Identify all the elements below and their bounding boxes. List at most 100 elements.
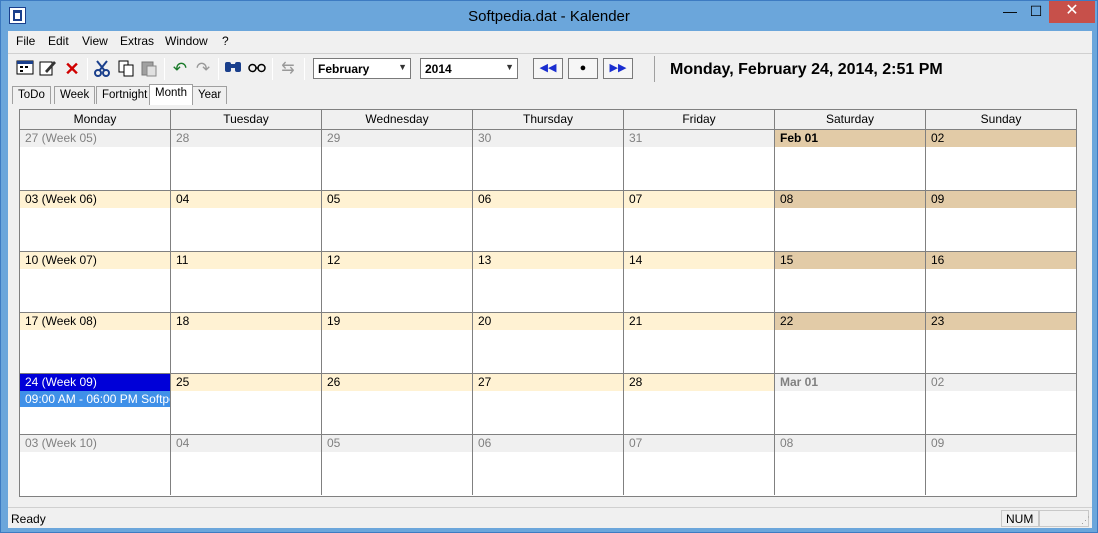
tab-month[interactable]: Month [149,84,193,105]
weekday-header-tuesday: Tuesday [171,110,322,130]
day-label: 25 [171,374,321,391]
day-label: 05 [322,435,472,452]
undo-icon[interactable]: ↶ [170,59,190,79]
day-cell[interactable]: 11 [171,252,322,312]
close-button[interactable]: ✕ [1049,1,1095,23]
day-label: 03 (Week 06) [20,191,170,208]
day-cell[interactable]: 27 (Week 05) [20,130,171,190]
day-cell[interactable]: Mar 01 [775,374,926,434]
day-cell[interactable]: 03 (Week 06) [20,191,171,251]
day-cell[interactable]: 07 [624,435,775,495]
tab-fortnight[interactable]: Fortnight [96,86,154,104]
tab-week[interactable]: Week [54,86,96,104]
today-button[interactable]: ● [568,58,598,79]
day-cell[interactable]: 20 [473,313,624,373]
prev-month-button[interactable]: ◀◀ [533,58,563,79]
menu-view[interactable]: View [82,34,108,48]
day-label: 08 [775,435,925,452]
menu-extras[interactable]: Extras [120,34,154,48]
toolbar-separator [304,58,305,80]
calendar-event[interactable]: 09:00 AM - 06:00 PM Softpedia [20,391,170,407]
day-cell[interactable]: 16 [926,252,1076,312]
year-select[interactable]: 2014 ▼ [420,58,518,79]
day-cell[interactable]: 25 [171,374,322,434]
num-lock-indicator: NUM [1001,510,1039,527]
day-cell[interactable]: 21 [624,313,775,373]
find-icon[interactable] [223,59,243,79]
day-label: 28 [624,374,774,391]
app-window: Softpedia.dat - Kalender — ☐ ✕ File Edit… [0,0,1098,533]
resize-grip-icon[interactable]: ⋰ [1081,515,1090,526]
day-cell[interactable]: 02 [926,130,1076,190]
day-cell[interactable]: 23 [926,313,1076,373]
toolbar-separator [87,58,88,80]
day-label: 30 [473,130,623,147]
day-label: 16 [926,252,1076,269]
paste-icon[interactable] [139,59,159,79]
day-cell[interactable]: 27 [473,374,624,434]
cut-icon[interactable] [92,59,112,79]
day-cell[interactable]: 28 [171,130,322,190]
day-cell[interactable]: 08 [775,191,926,251]
day-label: 22 [775,313,925,330]
sync-icon[interactable]: ⇆ [278,59,298,79]
toolbar: ✕ ↶ ↷ ⇆ February ▼ 2014 ▼ ◀◀ ● ▶▶ Monday… [8,53,1092,83]
title-bar[interactable]: Softpedia.dat - Kalender — ☐ ✕ [1,1,1097,31]
day-cell[interactable]: 08 [775,435,926,495]
day-cell[interactable]: 04 [171,191,322,251]
day-cell[interactable]: 10 (Week 07) [20,252,171,312]
copy-icon[interactable] [116,59,136,79]
day-cell[interactable]: 19 [322,313,473,373]
tab-todo[interactable]: ToDo [12,86,51,104]
calendar-view-icon[interactable] [15,59,35,79]
day-cell[interactable]: 09 [926,435,1076,495]
day-label: 27 (Week 05) [20,130,170,147]
day-cell[interactable]: 24 (Week 09)09:00 AM - 06:00 PM Softpedi… [20,374,171,434]
day-cell[interactable]: 13 [473,252,624,312]
menu-file[interactable]: File [16,34,35,48]
maximize-button[interactable]: ☐ [1023,1,1049,23]
day-label: 19 [322,313,472,330]
day-cell[interactable]: 15 [775,252,926,312]
day-cell[interactable]: Feb 01 [775,130,926,190]
day-cell[interactable]: 28 [624,374,775,434]
status-bar: Ready NUM ⋰ [8,507,1092,528]
day-cell[interactable]: 06 [473,435,624,495]
day-label: 09 [926,191,1076,208]
day-cell[interactable]: 30 [473,130,624,190]
day-cell[interactable]: 22 [775,313,926,373]
day-cell[interactable]: 06 [473,191,624,251]
day-cell[interactable]: 26 [322,374,473,434]
next-month-button[interactable]: ▶▶ [603,58,633,79]
tab-year[interactable]: Year [192,86,228,104]
menu-help[interactable]: ? [222,34,229,48]
month-select[interactable]: February ▼ [313,58,411,79]
current-datetime: Monday, February 24, 2014, 2:51 PM [654,56,1092,82]
day-cell[interactable]: 18 [171,313,322,373]
edit-icon[interactable] [38,59,58,79]
day-cell[interactable]: 03 (Week 10) [20,435,171,495]
toolbar-separator [272,58,273,80]
day-cell[interactable]: 09 [926,191,1076,251]
day-cell[interactable]: 07 [624,191,775,251]
day-label: 31 [624,130,774,147]
day-cell[interactable]: 17 (Week 08) [20,313,171,373]
weekday-header-sunday: Sunday [980,112,1022,126]
day-cell[interactable]: 05 [322,191,473,251]
menu-window[interactable]: Window [165,34,208,48]
menu-bar: File Edit View Extras Window ? [8,31,1092,51]
week-row: 24 (Week 09)09:00 AM - 06:00 PM Softpedi… [20,374,1076,435]
redo-icon[interactable]: ↷ [193,59,213,79]
glasses-icon[interactable] [247,59,267,79]
delete-icon[interactable]: ✕ [62,59,82,79]
day-label: 21 [624,313,774,330]
day-cell[interactable]: 04 [171,435,322,495]
minimize-button[interactable]: — [997,1,1023,23]
menu-edit[interactable]: Edit [48,34,69,48]
day-cell[interactable]: 12 [322,252,473,312]
day-cell[interactable]: 02 [926,374,1076,434]
day-cell[interactable]: 05 [322,435,473,495]
day-cell[interactable]: 29 [322,130,473,190]
day-cell[interactable]: 14 [624,252,775,312]
day-cell[interactable]: 31 [624,130,775,190]
